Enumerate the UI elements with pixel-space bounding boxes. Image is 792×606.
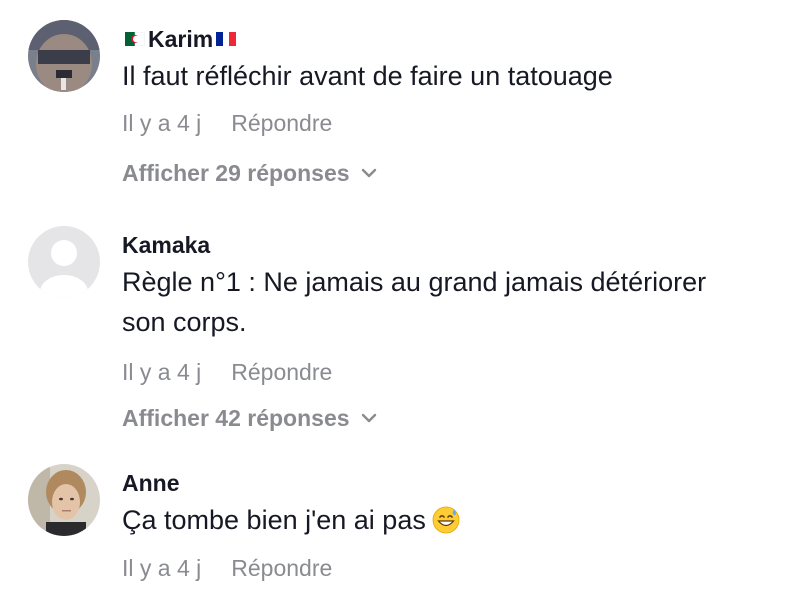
- comment-text: Ça tombe bien j'en ai pas: [122, 500, 772, 540]
- view-replies-label: Afficher 29 réponses: [122, 160, 350, 186]
- avatar[interactable]: [28, 20, 100, 92]
- chevron-down-icon: [361, 413, 376, 423]
- algeria-flag-icon: [125, 32, 145, 46]
- view-replies-button[interactable]: Afficher 29 réponses: [122, 159, 380, 187]
- reply-button[interactable]: Répondre: [231, 110, 332, 136]
- username-text: Karim: [148, 26, 214, 52]
- comment-text-line: Règle n°1 : Ne jamais au grand jamais dé…: [122, 267, 707, 297]
- comment-meta: Il y a 4 j Répondre: [122, 358, 772, 386]
- comment-time: Il y a 4 j: [122, 555, 202, 581]
- comment-meta: Il y a 4 j Répondre: [122, 554, 772, 582]
- view-replies-button[interactable]: Afficher 42 réponses: [122, 404, 380, 432]
- comment-text: Il faut réfléchir avant de faire un tato…: [122, 61, 613, 91]
- comment-text: Règle n°1 : Ne jamais au grand jamais dé…: [122, 262, 772, 342]
- comment-text-content: Ça tombe bien j'en ai pas: [122, 505, 426, 535]
- grinning-face-with-sweat-icon: [432, 506, 460, 534]
- comment-username[interactable]: Karim: [122, 25, 772, 53]
- comment-text-line: son corps.: [122, 307, 247, 337]
- chevron-down-icon: [361, 168, 376, 178]
- avatar[interactable]: [28, 226, 100, 298]
- comment-meta: Il y a 4 j Répondre: [122, 109, 772, 137]
- comment-time: Il y a 4 j: [122, 359, 202, 385]
- comment-time: Il y a 4 j: [122, 110, 202, 136]
- comment-username[interactable]: Anne: [122, 469, 772, 497]
- reply-button[interactable]: Répondre: [231, 555, 332, 581]
- avatar[interactable]: [28, 464, 100, 536]
- reply-button[interactable]: Répondre: [231, 359, 332, 385]
- view-replies-label: Afficher 42 réponses: [122, 405, 350, 431]
- france-flag-icon: [216, 32, 237, 46]
- comment-username[interactable]: Kamaka: [122, 231, 772, 259]
